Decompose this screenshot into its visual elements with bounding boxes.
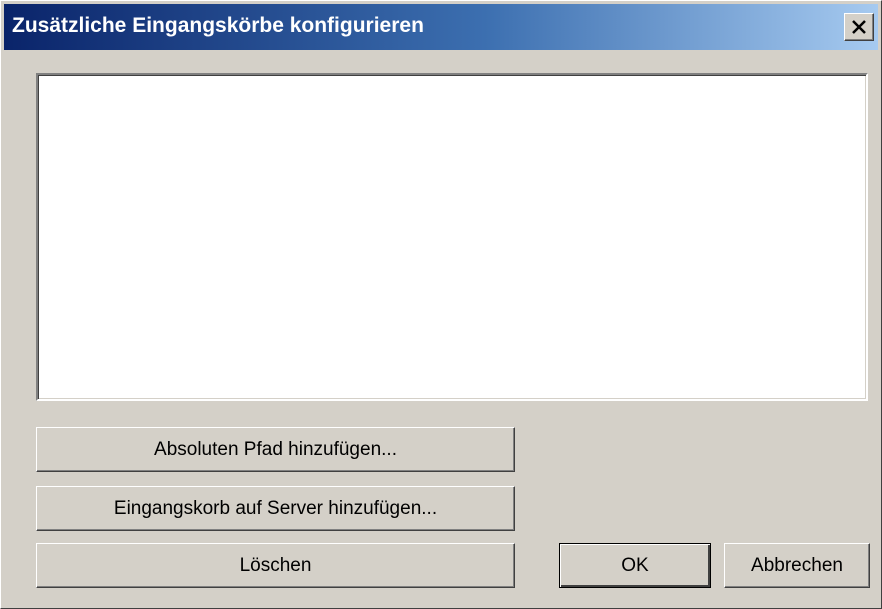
ok-button[interactable]: OK bbox=[559, 543, 711, 588]
close-button[interactable] bbox=[844, 13, 874, 41]
dialog-title: Zusätzliche Eingangskörbe konfigurieren bbox=[12, 14, 424, 37]
dialog-window: Zusätzliche Eingangskörbe konfigurieren … bbox=[0, 0, 882, 609]
title-bar[interactable]: Zusätzliche Eingangskörbe konfigurieren bbox=[4, 4, 878, 50]
cancel-button[interactable]: Abbrechen bbox=[724, 543, 870, 588]
inbox-list[interactable] bbox=[36, 73, 868, 401]
add-server-inbox-button[interactable]: Eingangskorb auf Server hinzufügen... bbox=[36, 486, 515, 531]
delete-button[interactable]: Löschen bbox=[36, 543, 515, 588]
close-icon bbox=[852, 20, 866, 34]
add-absolute-path-button[interactable]: Absoluten Pfad hinzufügen... bbox=[36, 427, 515, 472]
